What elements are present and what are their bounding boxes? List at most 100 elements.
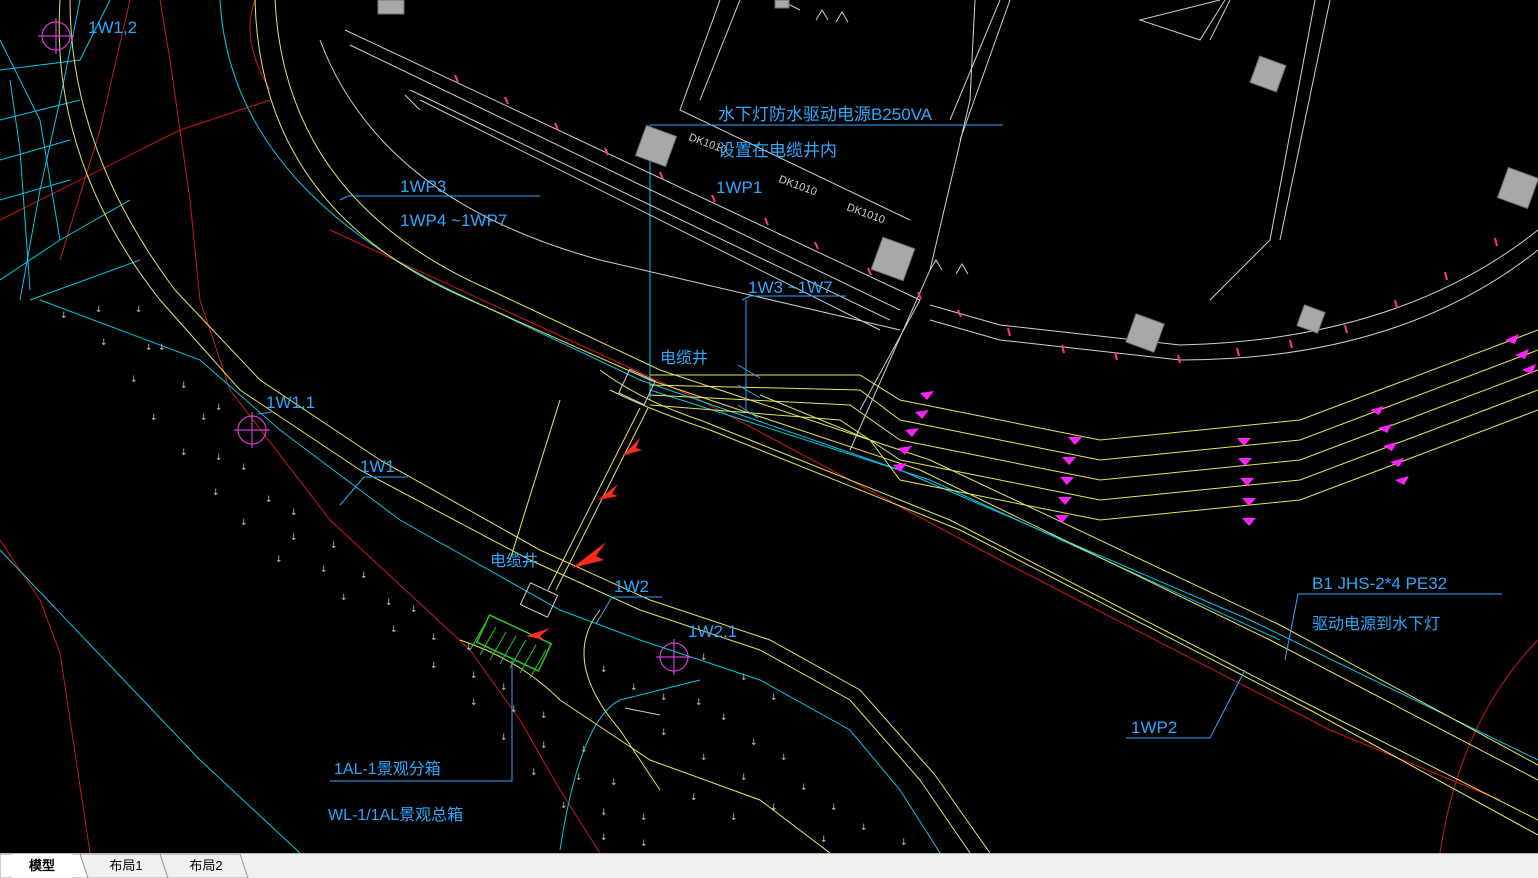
svg-text:↓: ↓: [60, 311, 68, 321]
svg-text:↓: ↓: [740, 673, 748, 683]
tab-model[interactable]: 模型: [12, 854, 72, 878]
svg-text:↓: ↓: [640, 839, 648, 849]
magenta-light-markers: [893, 334, 1536, 526]
svg-text:↓: ↓: [265, 495, 273, 505]
svg-text:↓: ↓: [560, 801, 568, 811]
svg-text:↓: ↓: [860, 823, 868, 833]
svg-text:↓: ↓: [390, 625, 398, 635]
svg-text:↓: ↓: [320, 565, 328, 575]
label-1al-box: 1AL-1景观分箱: [334, 760, 441, 778]
label-1wp2: 1WP2: [1131, 718, 1177, 737]
svg-text:↓: ↓: [100, 338, 108, 348]
svg-text:↓: ↓: [240, 463, 248, 473]
svg-text:↓: ↓: [95, 305, 103, 315]
label-cable-spec: B1 JHS-2*4 PE32: [1312, 574, 1447, 593]
label-1w2: 1W2: [614, 577, 649, 596]
svg-text:↓: ↓: [700, 753, 708, 763]
svg-text:↓: ↓: [540, 741, 548, 751]
red-boundary-lines: [0, 0, 1538, 853]
tab-layout2[interactable]: 布局2: [176, 854, 236, 878]
svg-text:↓: ↓: [530, 768, 538, 778]
annotation-labels: 1W1,2 1W1,1 1W1 1W2 1W2,1 1WP3 1WP4 ~1WP…: [88, 18, 1447, 824]
svg-text:↓: ↓: [800, 783, 808, 793]
svg-text:↓: ↓: [660, 728, 668, 738]
label-driver-power: 水下灯防水驱动电源B250VA: [718, 105, 933, 124]
label-1wp1: 1WP1: [716, 178, 762, 197]
svg-text:↓: ↓: [770, 693, 778, 703]
svg-text:↓: ↓: [470, 698, 478, 708]
svg-text:↓: ↓: [600, 808, 608, 818]
svg-text:↓: ↓: [730, 813, 738, 823]
svg-text:↓: ↓: [600, 665, 608, 675]
svg-text:↓: ↓: [180, 448, 188, 458]
svg-text:↓: ↓: [145, 343, 153, 353]
svg-text:↓: ↓: [430, 633, 438, 643]
svg-text:↓: ↓: [720, 713, 728, 723]
yellow-road-lines: [58, 0, 1538, 853]
svg-text:↓: ↓: [500, 733, 508, 743]
svg-text:↓: ↓: [600, 833, 608, 843]
label-cable-well-top: 电缆井: [660, 349, 708, 367]
svg-text:↓: ↓: [510, 705, 518, 715]
svg-text:↓: ↓: [385, 598, 393, 608]
svg-text:↓: ↓: [200, 413, 208, 423]
label-1w2-1: 1W2,1: [688, 622, 737, 641]
svg-text:↓: ↓: [150, 413, 158, 423]
tab-layout1[interactable]: 布局1: [96, 854, 156, 878]
dk-label-2: DK1010: [777, 174, 818, 199]
svg-text:↓: ↓: [330, 541, 338, 551]
svg-text:↓: ↓: [660, 693, 668, 703]
cable-link: [547, 407, 649, 591]
svg-text:↓: ↓: [640, 813, 648, 823]
red-arrows: [526, 438, 642, 640]
svg-text:↓: ↓: [135, 305, 143, 315]
label-driver-location: 设置在电缆井内: [718, 141, 837, 160]
label-1wp3: 1WP3: [400, 177, 446, 196]
svg-text:↓: ↓: [290, 508, 298, 518]
svg-text:↓: ↓: [610, 778, 618, 788]
svg-text:↓: ↓: [240, 518, 248, 528]
svg-text:↓: ↓: [630, 683, 638, 693]
svg-text:↓: ↓: [340, 593, 348, 603]
svg-text:↓: ↓: [700, 653, 708, 663]
landscape-box-hatch: [469, 614, 553, 679]
label-cable-well-bottom: 电缆井: [490, 552, 538, 570]
svg-text:↓: ↓: [575, 773, 583, 783]
label-1w1-2: 1W1,2: [88, 18, 137, 37]
svg-text:↓: ↓: [470, 671, 478, 681]
svg-text:↓: ↓: [180, 381, 188, 391]
svg-text:↓: ↓: [820, 835, 828, 845]
svg-text:↓: ↓: [130, 375, 138, 385]
svg-text:↓: ↓: [750, 738, 758, 748]
cyan-road-edges: [0, 0, 1538, 853]
svg-text:↓: ↓: [158, 343, 166, 353]
cad-drawing-canvas[interactable]: DK1010 DK1010 DK1010 ↓ ↓ ↓ ↓ ↓ ↓ ↓ ↓ ↓ ↓ ↓ ↓ ↓ ↓ …: [0, 0, 1538, 853]
svg-text:↓: ↓: [430, 661, 438, 671]
svg-text:↓: ↓: [500, 683, 508, 693]
label-1w3-7: 1W3 ~1W7: [748, 278, 833, 297]
label-cable-desc: 驱动电源到水下灯: [1312, 615, 1440, 633]
label-1wp4-7: 1WP4 ~1WP7: [400, 211, 507, 230]
svg-text:↓: ↓: [290, 533, 298, 543]
svg-text:↓: ↓: [740, 773, 748, 783]
tick-marks: [454, 74, 1498, 364]
svg-text:↓: ↓: [830, 803, 838, 813]
label-wl-box: WL-1/1AL景观总箱: [328, 806, 463, 824]
svg-text:↓: ↓: [215, 403, 223, 413]
svg-text:↓: ↓: [540, 711, 548, 721]
label-1w1: 1W1: [360, 457, 395, 476]
label-1w1-1: 1W1,1: [266, 393, 315, 412]
vegetation-hatch: ↓ ↓ ↓ ↓ ↓ ↓ ↓ ↓ ↓ ↓ ↓ ↓ ↓ ↓ ↓ ↓ ↓ ↓ ↓ ↓ ↓ ↓ ↓ ↓ ↓ ↓ ↓ ↓ ↓ ↓…: [60, 305, 908, 849]
svg-text:↓: ↓: [900, 838, 908, 848]
svg-text:↓: ↓: [780, 753, 788, 763]
svg-text:↓: ↓: [580, 745, 588, 755]
layout-tab-bar: 模型 布局1 布局2: [0, 853, 1538, 878]
svg-text:↓: ↓: [690, 793, 698, 803]
svg-text:↓: ↓: [360, 571, 368, 581]
svg-text:↓: ↓: [410, 605, 418, 615]
structural-columns: [377, 0, 1538, 353]
svg-text:↓: ↓: [215, 453, 223, 463]
svg-text:↓: ↓: [770, 803, 778, 813]
svg-text:↓: ↓: [695, 698, 703, 708]
svg-text:↓: ↓: [275, 555, 283, 565]
